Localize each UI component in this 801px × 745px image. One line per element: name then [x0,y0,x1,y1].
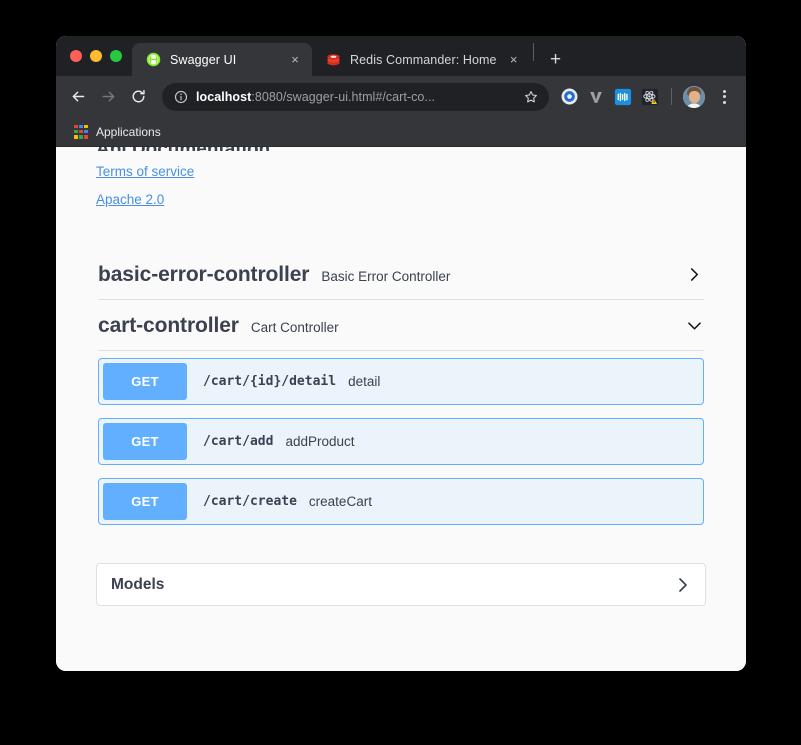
reload-button[interactable] [124,83,152,111]
minimize-window-button[interactable] [90,50,102,62]
tag-description: Cart Controller [250,320,339,335]
redis-logo-icon [325,52,341,68]
tag-section-basic-error-controller: basic-error-controller Basic Error Contr… [78,249,724,300]
tab-separator [532,43,534,61]
operation-summary: addProduct [285,434,355,449]
close-window-button[interactable] [70,50,82,62]
api-sections: basic-error-controller Basic Error Contr… [76,249,726,525]
operation-path: /cart/add [203,434,274,449]
operation-path: /cart/create [203,494,297,509]
operation-path: /cart/{id}/detail [203,374,337,389]
bookmark-star-icon[interactable] [523,89,539,105]
models-section[interactable]: Models [96,563,706,606]
url-text: localhost:8080/swagger-ui.html#/cart-co.… [196,90,515,104]
bookmark-label: Applications [96,124,161,139]
address-bar[interactable]: localhost:8080/swagger-ui.html#/cart-co.… [162,82,549,111]
avatar-face [689,90,700,103]
tab-redis-commander[interactable]: Redis Commander: Home × [312,43,531,76]
bookmark-applications[interactable]: Applications [70,122,169,142]
operations-list: GET /cart/{id}/detail detail GET /cart/a… [78,358,724,525]
page-title: Api Documentation [96,147,726,151]
close-tab-button[interactable]: × [506,52,522,68]
terms-of-service-link[interactable]: Terms of service [96,164,194,179]
new-tab-button[interactable]: + [542,45,570,73]
extension-icons [557,83,736,111]
models-title: Models [111,575,165,593]
tag-header-cart-controller[interactable]: cart-controller Cart Controller [98,300,704,351]
react-devtools-extension-icon[interactable] [638,85,662,109]
operation-row[interactable]: GET /cart/{id}/detail detail [98,358,704,405]
url-path: :8080/swagger-ui.html#/cart-co... [251,89,436,104]
kebab-dot [722,89,726,93]
ring-extension-icon[interactable] [557,85,581,109]
toolbar-separator [671,88,672,105]
operation-summary: detail [348,374,381,389]
kebab-dot [722,100,726,104]
operation-row[interactable]: GET /cart/create createCart [98,478,704,525]
tab-swagger-ui[interactable]: Swagger UI × [132,43,312,76]
blue-square-extension-icon[interactable] [611,85,635,109]
swagger-ui-page: Api Documentation Terms of service Apach… [56,147,746,663]
browser-toolbar: localhost:8080/swagger-ui.html#/cart-co.… [56,76,746,117]
forward-button[interactable] [94,83,122,111]
site-info-icon[interactable] [173,89,188,104]
chevron-right-icon[interactable] [673,575,693,595]
kebab-dot [722,95,726,98]
close-tab-button[interactable]: × [287,52,303,68]
url-host: localhost [196,89,252,104]
page-viewport: Api Documentation Terms of service Apach… [56,147,746,671]
browser-window: Swagger UI × Redis Commander: Home × + l… [56,36,746,671]
http-method-badge: GET [103,423,187,460]
operation-row[interactable]: GET /cart/add addProduct [98,418,704,465]
maximize-window-button[interactable] [110,50,122,62]
tab-title: Redis Commander: Home [350,52,497,67]
chevron-right-icon[interactable] [684,264,704,284]
swagger-logo-icon [145,52,161,68]
tag-description: Basic Error Controller [321,269,451,284]
chrome-menu-button[interactable] [712,83,736,111]
apps-grid-icon [74,124,88,139]
window-controls [64,36,132,76]
operation-summary: createCart [308,494,372,509]
tag-header-basic-error-controller[interactable]: basic-error-controller Basic Error Contr… [98,249,704,300]
license-link[interactable]: Apache 2.0 [96,192,164,207]
tab-title: Swagger UI [170,52,237,67]
profile-avatar[interactable] [683,85,705,108]
bookmarks-bar: Applications [56,117,746,147]
api-info-block: Api Documentation Terms of service Apach… [76,147,726,207]
tag-name: basic-error-controller [98,263,310,286]
v-extension-icon[interactable] [584,85,608,109]
chevron-down-icon[interactable] [684,315,704,335]
http-method-badge: GET [103,483,187,520]
http-method-badge: GET [103,363,187,400]
tag-section-cart-controller: cart-controller Cart Controller [78,300,724,351]
tab-strip: Swagger UI × Redis Commander: Home × + [56,36,746,76]
back-button[interactable] [64,83,92,111]
tag-name: cart-controller [98,314,239,337]
